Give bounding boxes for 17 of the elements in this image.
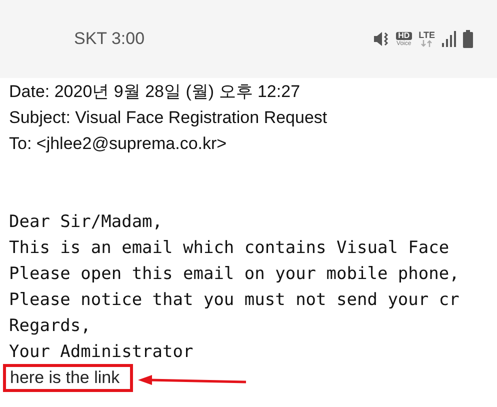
carrier-time: SKT 3:00 (74, 29, 145, 49)
mute-icon (373, 30, 390, 48)
link-text[interactable]: here is the link (10, 368, 120, 388)
email-body-line: Regards, (9, 315, 92, 338)
email-header-line: Date: 2020년 9월 28일 (월) 오후 12:27 (9, 81, 302, 103)
email-body-line: Please open this email on your mobile phone, (9, 263, 460, 286)
email-body-line: Please notice that you must not send your cr (9, 289, 460, 312)
email-body-line: Dear Sir/Madam, (9, 211, 164, 234)
email-body-line: This is an email which contains Visual Face (9, 237, 450, 260)
email-header-line: Subject: Visual Face Registration Request (9, 107, 328, 129)
email-body-line: Your Administrator (9, 341, 194, 364)
data-arrows-icon (421, 40, 432, 47)
email-header-line: To: <jhlee2@suprema.co.kr> (9, 133, 228, 155)
network-label: LTE (418, 31, 435, 40)
hd-badge: HD (396, 32, 412, 40)
battery-icon (463, 30, 473, 48)
signal-icon (442, 31, 456, 47)
